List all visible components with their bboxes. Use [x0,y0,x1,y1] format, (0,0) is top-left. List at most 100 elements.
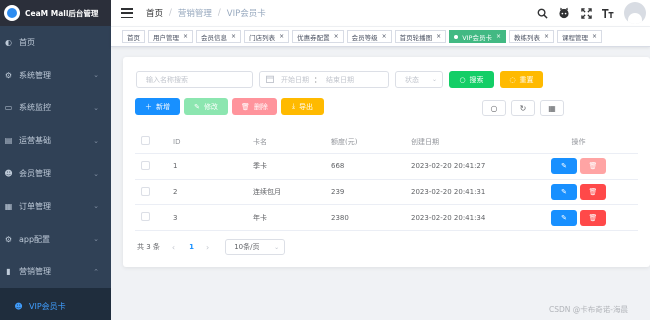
tab-4[interactable]: 优惠券配置 × [292,30,344,43]
tab-6[interactable]: 首页轮播图 × [394,30,447,43]
tab-2[interactable]: 会员信息 × [196,30,242,43]
pagination-total: 共 3 条 [137,243,160,251]
page-number[interactable]: 1 [189,243,194,251]
sidebar: CeaM Mall后台管理 ◐ 首页 ⚙ 系统管理 ⌄ ▭ 系统监控 ⌄ ▤ 运营基础 ⌄ ☻ 会员管理… [0,0,111,320]
date-range-picker[interactable]: 开始日期 ： 结束日期 [259,71,389,88]
tab-9[interactable]: 课程管理 × [557,30,603,43]
cell-ops: ✎ 🗑 [519,184,638,201]
row-edit-button[interactable]: ✎ [551,158,577,175]
status-placeholder: 状态 [405,75,419,84]
close-icon[interactable]: × [231,33,236,40]
export-button[interactable]: ⤓ 导出 [281,98,324,115]
end-date-placeholder: 结束日期 [326,75,354,84]
close-icon[interactable]: × [279,33,284,40]
tab-1[interactable]: 用户管理 × [148,30,194,43]
cell-ops: ✎ 🗑 [519,158,638,175]
header-id: ID [173,137,181,146]
system-gear-icon: ⚙ [4,70,13,80]
table-header: ID 卡名 额度(元) 创建日期 操作 [135,130,638,154]
start-date-placeholder: 开始日期 [281,75,309,84]
breadcrumb-item-home[interactable]: 首页 [146,7,163,19]
close-icon[interactable]: × [382,33,387,40]
table-body: 1 季卡 668 2023-02-20 20:41:27 ✎ 🗑 2 连续包月 239 2023-… [135,154,638,232]
row-edit-button[interactable]: ✎ [551,209,577,226]
tab-label: 用户管理 [153,33,179,42]
row-checkbox[interactable] [141,160,150,170]
calendar-icon [266,75,274,85]
columns-button[interactable]: ▦ [540,100,564,116]
date-separator: ： [314,75,321,84]
header-ops: 操作 [571,137,586,146]
search-button[interactable]: ○ 搜索 [449,71,494,88]
row-delete-button[interactable]: 🗑 [580,158,606,175]
cell-id: 1 [173,162,178,171]
app-config-icon: ⚙ [4,234,13,244]
chevron-up-icon: ⌃ [93,267,99,276]
download-icon: ⤓ [291,102,296,110]
add-button[interactable]: ＋ 新增 [135,98,180,115]
row-checkbox[interactable] [141,186,150,196]
close-icon[interactable]: × [496,33,501,40]
tab-7[interactable]: VIP会员卡 × [449,30,507,43]
close-icon[interactable]: × [544,33,549,40]
tab-8[interactable]: 教练列表 × [509,30,555,43]
edit-icon: ✎ [561,188,567,197]
cell-name: 季卡 [253,162,267,171]
github-icon[interactable] [558,7,570,19]
chevron-down-icon: ⌄ [93,202,99,211]
toggle-search-button[interactable]: ○ [482,100,506,116]
refresh-icon: ◌ [509,75,516,84]
active-dot-icon [454,34,459,39]
delete-button[interactable]: 🗑 删除 [232,98,277,115]
delete-button-label: 删除 [253,102,268,111]
close-icon[interactable]: × [183,33,188,40]
status-select[interactable]: 状态 ⌄ [395,71,443,88]
reset-button[interactable]: ◌ 重置 [500,71,543,88]
fullscreen-icon[interactable] [580,7,592,19]
edit-button[interactable]: ✎ 修改 [184,98,228,115]
sidebar-item-label: 订单管理 [19,201,51,211]
sidebar-item-0[interactable]: ◐ 首页 [0,26,111,59]
close-icon[interactable]: × [592,33,597,40]
trash-icon: 🗑 [241,102,250,111]
cell-amount: 239 [331,188,345,197]
reset-button-label: 重置 [519,75,534,84]
close-icon[interactable]: × [436,33,441,40]
prev-page-icon[interactable]: ‹ [172,243,175,252]
sidebar-item-5[interactable]: ▦ 订单管理 ⌄ [0,190,111,223]
row-delete-button[interactable]: 🗑 [580,184,606,201]
row-delete-button[interactable]: 🗑 [580,209,606,226]
next-page-icon[interactable]: › [206,243,209,252]
tab-5[interactable]: 会员等级 × [346,30,392,43]
row-edit-button[interactable]: ✎ [551,184,577,201]
sidebar-logo[interactable]: CeaM Mall后台管理 [0,0,111,26]
name-search-input[interactable]: 输入名称搜索 [136,71,253,88]
edit-button-label: 修改 [203,102,218,111]
close-icon[interactable]: × [334,33,339,40]
sidebar-item-7[interactable]: ▮ 营销管理 ⌃ [0,256,111,289]
breadcrumb-separator: / [217,8,221,18]
sidebar-item-2[interactable]: ▭ 系统监控 ⌄ [0,92,111,125]
font-size-icon[interactable] [602,7,614,19]
user-avatar[interactable] [624,2,646,24]
sidebar-item-6[interactable]: ⚙ app配置 ⌄ [0,223,111,256]
tab-3[interactable]: 门店列表 × [244,30,290,43]
row-checkbox[interactable] [141,212,150,222]
refresh-button[interactable]: ↻ [511,100,535,116]
sidebar-item-1[interactable]: ⚙ 系统管理 ⌄ [0,59,111,92]
breadcrumb-item-vip-card: VIP会员卡 [226,9,266,19]
hamburger-icon[interactable] [121,8,133,18]
search-icon[interactable] [536,7,548,19]
sidebar-item-4[interactable]: ☻ 会员管理 ⌄ [0,157,111,190]
sidebar-item-label: 运营基础 [19,136,51,146]
page-size-select[interactable]: 10条/页 ⌄ [225,239,286,255]
sidebar-item-3[interactable]: ▤ 运营基础 ⌄ [0,124,111,157]
sidebar-item-vip-card[interactable]: ☻ VIP会员卡 [0,288,111,320]
tab-0[interactable]: 首页 [122,30,145,43]
breadcrumb-item-marketing: 营销管理 [177,9,212,19]
chevron-down-icon: ⌄ [93,71,99,80]
breadcrumb-separator: / [169,8,172,18]
watermark: CSDN @卡布奇诺-海晨 [549,305,628,314]
select-all-checkbox[interactable] [141,136,150,145]
cell-ops: ✎ 🗑 [519,209,638,226]
